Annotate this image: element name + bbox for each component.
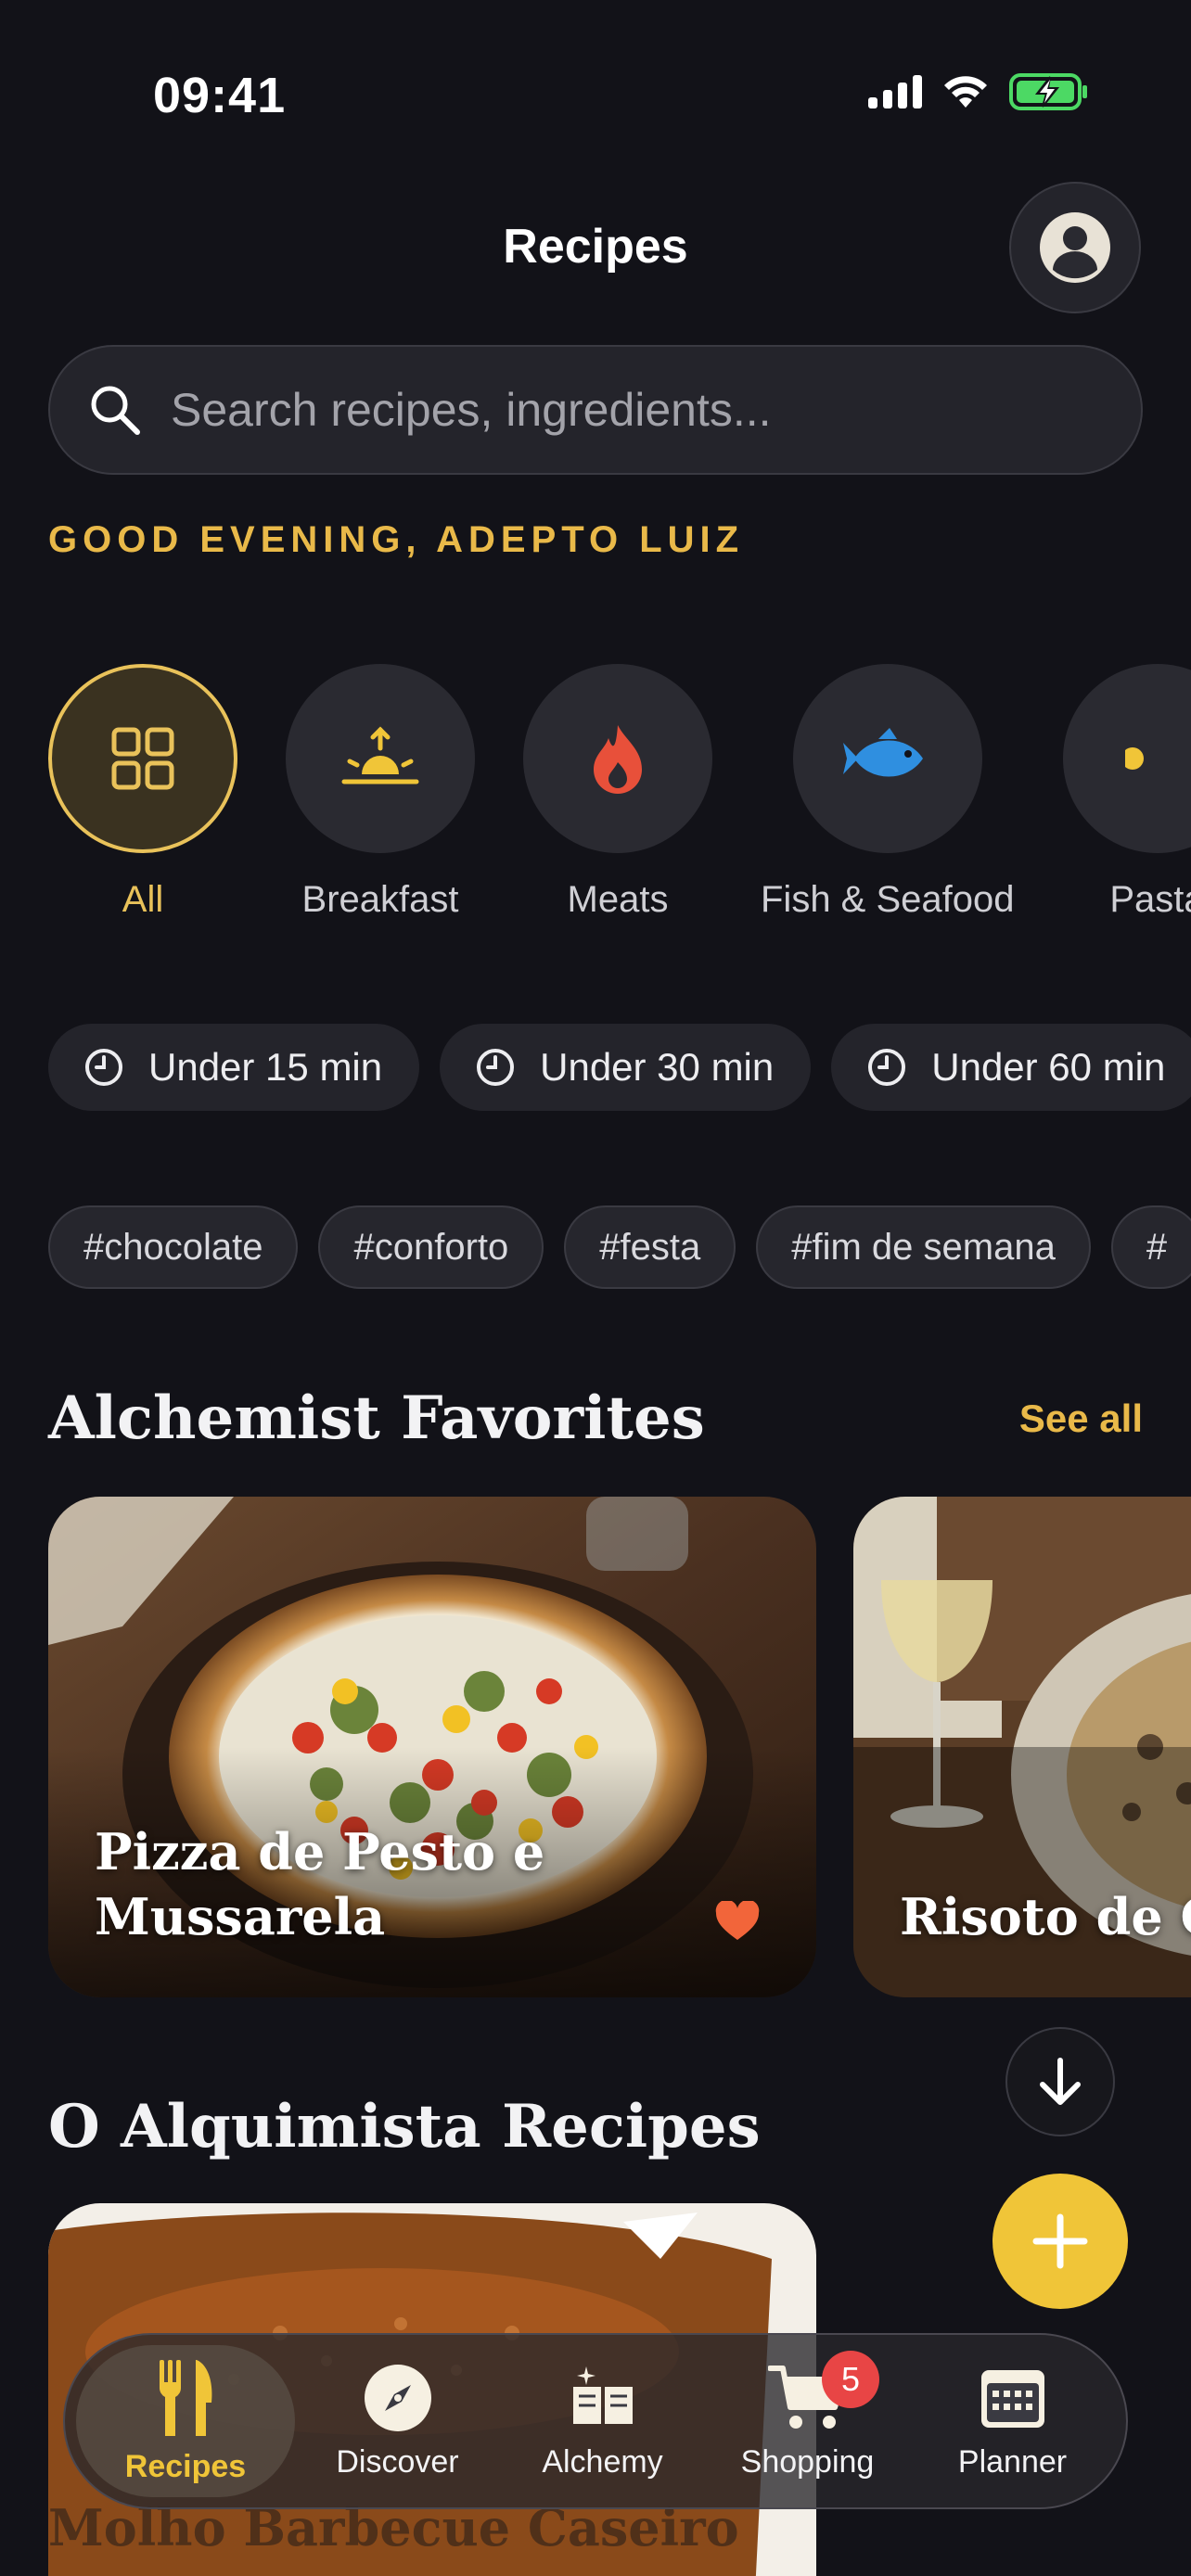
time-filter-chip[interactable]: Under 30 min — [440, 1024, 812, 1111]
time-filter-label: Under 15 min — [148, 1045, 383, 1089]
add-recipe-button[interactable] — [992, 2174, 1128, 2309]
sunrise-icon — [341, 726, 419, 784]
clock-icon — [477, 1049, 515, 1086]
compass-icon — [364, 2364, 431, 2431]
time-filter-chip[interactable]: Under 15 min — [48, 1024, 420, 1111]
tab-alchemy[interactable]: Alchemy — [500, 2345, 705, 2497]
tag-chip[interactable]: #conforto — [318, 1205, 544, 1289]
search-bar[interactable] — [48, 345, 1143, 475]
time-filter-list: Under 15 min Under 30 min Under 60 min — [48, 1024, 1191, 1111]
category-pasta[interactable]: Pasta — [1062, 664, 1191, 921]
category-meats[interactable]: Meats — [523, 664, 712, 921]
profile-avatar-button[interactable] — [1009, 182, 1141, 313]
recipes-screen: 09:41 Recipes GO — [0, 0, 1191, 2576]
tab-label: Discover — [336, 2443, 459, 2480]
time-filter-label: Under 30 min — [540, 1045, 775, 1089]
cellular-signal-icon — [868, 75, 922, 108]
tab-label: Shopping — [740, 2443, 875, 2480]
battery-charging-icon — [1009, 73, 1087, 110]
clock-icon — [85, 1049, 122, 1086]
status-time: 09:41 — [153, 68, 287, 123]
tab-discover[interactable]: Discover — [295, 2345, 500, 2497]
category-label: All — [122, 879, 164, 920]
see-all-link[interactable]: See all — [1019, 1396, 1143, 1441]
recipe-card-title: Risoto de C — [900, 1887, 1191, 1946]
cart-count-badge: 5 — [822, 2351, 879, 2408]
greeting-text: GOOD EVENING, ADEPTO LUIZ — [48, 519, 745, 560]
fish-icon — [842, 728, 923, 777]
category-label: Fish & Seafood — [761, 879, 1015, 920]
tag-list: #chocolate #conforto #festa #fim de sema… — [48, 1205, 1191, 1289]
category-breakfast[interactable]: Breakfast — [286, 664, 475, 921]
user-icon — [1040, 212, 1110, 283]
search-icon — [91, 386, 140, 435]
tab-recipes[interactable]: Recipes — [76, 2345, 295, 2497]
bottom-tab-bar: Recipes Discover Alchemy Shopping 5 Plan… — [63, 2333, 1128, 2509]
recipe-card[interactable]: Risoto de C — [853, 1497, 1191, 1997]
category-fish-seafood[interactable]: Fish & Seafood — [761, 664, 1015, 921]
flame-icon — [594, 725, 642, 794]
time-filter-label: Under 60 min — [931, 1045, 1166, 1089]
heart-icon[interactable] — [714, 1901, 761, 1942]
tag-chip[interactable]: #festa — [564, 1205, 736, 1289]
time-filter-chip[interactable]: Under 60 min — [831, 1024, 1191, 1111]
wifi-icon — [944, 76, 987, 108]
tag-chip[interactable]: #chocolate — [48, 1205, 299, 1289]
pasta-icon — [1124, 747, 1144, 770]
favorites-section-title: Alchemist Favorites — [48, 1384, 705, 1453]
calendar-icon — [980, 2369, 1044, 2428]
grid-icon — [111, 727, 174, 790]
plus-icon — [1032, 2213, 1088, 2269]
book-sparkle-icon — [572, 2366, 633, 2424]
category-label: Meats — [567, 879, 669, 920]
recipe-card[interactable]: Pizza de Pesto e Mussarela — [48, 1497, 816, 1997]
tab-label: Planner — [957, 2443, 1068, 2480]
tag-chip[interactable]: # — [1110, 1205, 1191, 1289]
search-input[interactable] — [171, 383, 1098, 437]
clock-icon — [868, 1049, 906, 1086]
category-label: Breakfast — [301, 879, 459, 920]
scroll-down-button[interactable] — [1005, 2027, 1115, 2136]
category-label: Pasta — [1109, 879, 1191, 920]
tag-chip[interactable]: #fim de semana — [756, 1205, 1091, 1289]
tab-label: Alchemy — [542, 2443, 663, 2480]
tab-shopping[interactable]: Shopping 5 — [705, 2345, 910, 2497]
tab-label: Recipes — [124, 2448, 247, 2484]
category-all[interactable]: All — [48, 664, 237, 921]
arrow-down-icon — [1040, 2058, 1081, 2105]
recipes-section-title: O Alquimista Recipes — [48, 2092, 761, 2162]
category-list: All Breakfast Meats Fish & Seafood Past — [48, 664, 1191, 921]
tab-planner[interactable]: Planner — [910, 2345, 1115, 2497]
fork-knife-icon — [159, 2359, 212, 2436]
recipe-card-title: Pizza de Pesto e Mussarela — [95, 1822, 545, 1946]
status-icons — [868, 72, 1089, 111]
